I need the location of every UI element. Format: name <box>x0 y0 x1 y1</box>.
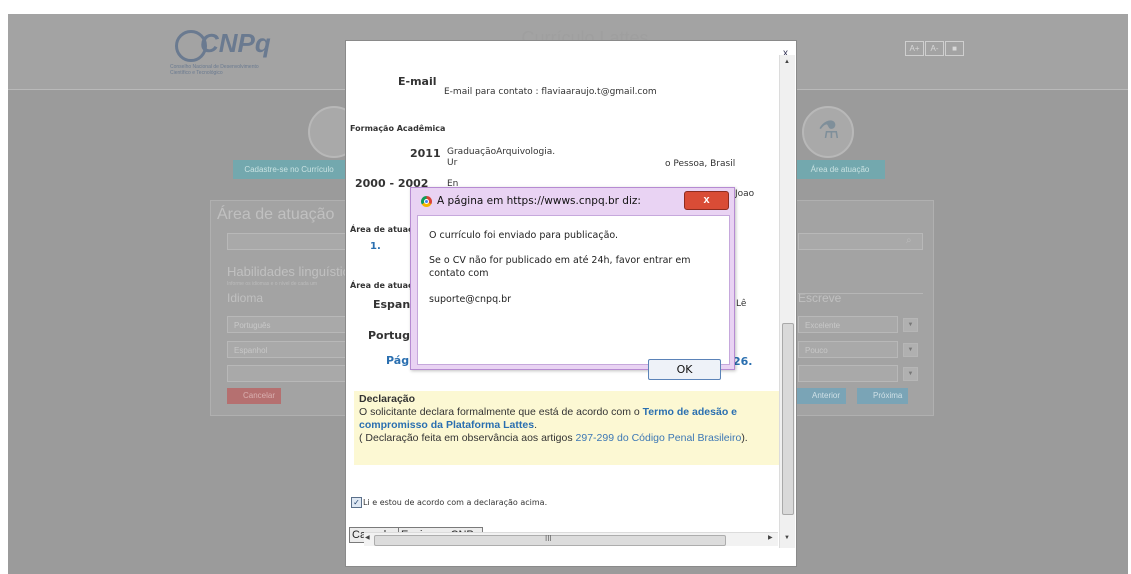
writes-select-3[interactable] <box>798 365 898 382</box>
entry-suffix-1: o Pessoa, Brasil <box>665 159 736 169</box>
language-select-1[interactable]: Português <box>227 316 347 333</box>
chevron-down-icon[interactable]: ▼ <box>903 318 918 332</box>
chrome-icon <box>421 196 432 207</box>
declaration-box: Declaração O solicitante declara formalm… <box>354 391 784 465</box>
penal-code-link[interactable]: 297-299 do Código Penal Brasileiro <box>576 432 742 444</box>
font-increase-button[interactable]: A+ <box>905 41 924 56</box>
horizontal-scroll-thumb[interactable]: III <box>374 534 726 546</box>
scroll-thumb[interactable] <box>782 323 794 515</box>
chevron-down-icon[interactable]: ▼ <box>903 343 918 357</box>
scroll-left-icon[interactable]: ◀ <box>365 534 370 541</box>
chevron-down-icon[interactable]: ▼ <box>903 367 918 381</box>
cancel-button[interactable]: Cancelar <box>227 388 282 404</box>
scroll-up-icon[interactable]: ▲ <box>784 59 790 65</box>
next-button[interactable]: Próxima <box>857 388 909 404</box>
area-title-1: Área de atuaç <box>350 225 413 234</box>
scroll-right-icon[interactable]: ▶ <box>768 534 773 541</box>
vertical-scrollbar[interactable]: ▲ ▼ <box>779 55 795 548</box>
email-value: E-mail para contato : flaviaaraujo.t@gma… <box>444 87 657 97</box>
writes-select-1[interactable]: Excelente <box>798 316 898 333</box>
entry-year-1: 2011 <box>410 147 441 160</box>
language-select-3[interactable] <box>227 365 347 382</box>
alert-line-3: suporte@cnpq.br <box>429 294 512 305</box>
entry-line2-1: Ur <box>447 158 458 168</box>
declaration-text-1: O solicitante declara formalmente que es… <box>359 406 643 418</box>
scroll-down-icon[interactable]: ▼ <box>784 535 790 541</box>
email-label: E-mail <box>398 75 437 88</box>
writes-select-2[interactable]: Pouco <box>798 341 898 358</box>
declaration-title: Declaração <box>359 393 416 405</box>
entry-line1-1: GraduaçãoArquivologia. <box>447 147 556 157</box>
formacao-title: Formação Acadêmica <box>350 124 446 133</box>
page-reference-suffix: 26. <box>733 355 753 368</box>
alert-dialog: A página em https://wwws.cnpq.br diz: x … <box>410 187 735 380</box>
cnpq-logo: CNPq <box>200 28 271 58</box>
contrast-button[interactable]: ■ <box>945 41 964 56</box>
declaration-text-3: ). <box>741 432 748 444</box>
previous-button[interactable]: Anterior <box>796 388 847 404</box>
alert-title: A página em https://wwws.cnpq.br diz: <box>437 195 641 207</box>
flask-icon: ⚗ <box>802 106 854 158</box>
ok-button[interactable]: OK <box>648 359 721 380</box>
language-row-1-right: Lê <box>736 299 747 309</box>
declaration-text-2: ( Declaração feita em observância aos ar… <box>359 432 576 444</box>
agree-checkbox[interactable]: ✓ <box>351 497 362 508</box>
area-search-input-right[interactable] <box>798 233 923 250</box>
skills-hint: Informe os idiomas e o nível de cada um <box>227 281 318 287</box>
area-title-2: Área de atuaç <box>350 281 413 290</box>
section-title: Área de atuação <box>217 206 335 223</box>
close-button[interactable]: x <box>684 191 729 210</box>
entry-suffix-2: Joao <box>735 189 755 199</box>
alert-line-1: O currículo foi enviado para publicação. <box>429 230 619 241</box>
skills-title: Habilidades linguísticas <box>227 264 363 279</box>
alert-line-2: Se o CV não for publicado em até 24h, fa… <box>429 255 691 279</box>
step-cadastre[interactable]: Cadastre-se no Currículo <box>233 160 345 179</box>
scroll-grip: III <box>545 534 552 543</box>
area-search-input[interactable] <box>227 233 347 250</box>
horizontal-scrollbar[interactable]: ◀ III ▶ <box>364 532 778 546</box>
language-header: Idioma <box>227 291 264 305</box>
font-decrease-button[interactable]: A- <box>925 41 944 56</box>
cnpq-logo-subtitle: Conselho Nacional de Desenvolvimento Cie… <box>170 64 259 76</box>
search-icon[interactable]: ⌕ <box>906 235 912 246</box>
area-number: 1. <box>370 241 381 252</box>
declaration-note: ( Declaração feita em observância aos ar… <box>359 432 779 445</box>
alert-body: O currículo foi enviado para publicação.… <box>417 215 730 380</box>
agree-label: Li e estou de acordo com a declaração ac… <box>363 498 548 507</box>
language-select-2[interactable]: Espanhol <box>227 341 347 358</box>
declaration-text: O solicitante declara formalmente que es… <box>359 406 737 431</box>
step-area-atuacao[interactable]: Área de atuação <box>795 160 885 179</box>
